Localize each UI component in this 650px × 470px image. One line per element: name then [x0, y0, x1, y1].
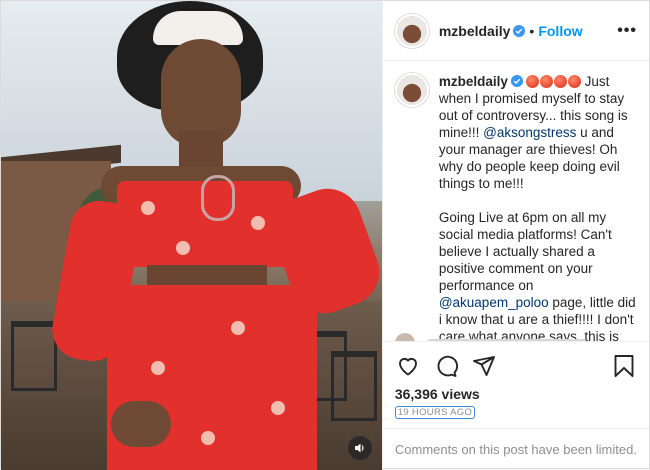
comment-button[interactable]: [433, 353, 459, 379]
angry-face-emoji-icon: [553, 75, 567, 88]
comments-limited-notice: Comments on this post have been limited.: [382, 428, 649, 470]
person-hand: [111, 401, 171, 447]
more-options-button[interactable]: •••: [617, 22, 637, 38]
share-button[interactable]: [471, 353, 497, 379]
avatar[interactable]: [394, 13, 429, 48]
caption-text: mzbeldaily Just when I promised myself t…: [439, 73, 639, 341]
post-timestamp[interactable]: 19 HOURS AGO: [394, 406, 476, 419]
header-username[interactable]: mzbeldaily: [439, 23, 511, 39]
send-icon: [472, 356, 495, 376]
post-header: mzbeldaily • Follow •••: [382, 1, 649, 61]
comment-icon: [437, 355, 458, 377]
dress-flower-pattern: [141, 201, 155, 215]
speaker-icon: [354, 443, 364, 453]
dress-flower-pattern: [231, 321, 245, 335]
dress-flower-pattern: [151, 361, 165, 375]
post-video[interactable]: [1, 1, 382, 470]
action-bar: 36,396 views 19 HOURS AGO: [382, 341, 649, 420]
next-comment-placeholder: [426, 339, 587, 341]
dress-flower-pattern: [251, 216, 265, 230]
video-chair: [11, 321, 57, 391]
bookmark-icon: [614, 355, 634, 377]
follow-button[interactable]: Follow: [538, 23, 582, 39]
dress-flower-pattern: [271, 401, 285, 415]
heart-icon: [398, 358, 417, 376]
caption-area: mzbeldaily Just when I promised myself t…: [383, 61, 649, 341]
separator-dot: •: [529, 22, 535, 39]
view-count[interactable]: 36,396 views: [395, 386, 637, 402]
like-button[interactable]: [395, 353, 421, 379]
dress-flower-pattern: [176, 241, 190, 255]
angry-face-emoji-icon: [525, 75, 539, 88]
caption-avatar[interactable]: [394, 73, 429, 107]
action-icons: [395, 350, 637, 382]
verified-badge-icon: [510, 75, 523, 87]
caption-username[interactable]: mzbeldaily: [439, 74, 508, 89]
save-button[interactable]: [611, 353, 637, 379]
person-waist: [147, 265, 267, 287]
caption: mzbeldaily Just when I promised myself t…: [394, 73, 639, 341]
instagram-post: mzbeldaily • Follow ••• mzbeldaily Just …: [0, 0, 650, 470]
post-sidebar: mzbeldaily • Follow ••• mzbeldaily Just …: [381, 1, 649, 470]
caption-paragraph-2: Going Live at 6pm on all my social media…: [439, 209, 639, 341]
sound-toggle-button[interactable]: [347, 436, 372, 460]
verified-badge-icon: [513, 24, 526, 37]
caption-paragraph-2-start: Going Live at 6pm on all my social media…: [438, 210, 612, 293]
mention-link[interactable]: @akuapem_poloo: [439, 295, 549, 310]
angry-face-emoji-icon: [539, 75, 553, 88]
mention-link[interactable]: @aksongstress: [483, 125, 576, 140]
angry-face-emoji-icon: [567, 75, 581, 88]
video-person: [47, 1, 382, 470]
angry-emoji-group: [525, 75, 581, 88]
sunglasses: [201, 175, 235, 221]
dress-flower-pattern: [201, 431, 215, 445]
